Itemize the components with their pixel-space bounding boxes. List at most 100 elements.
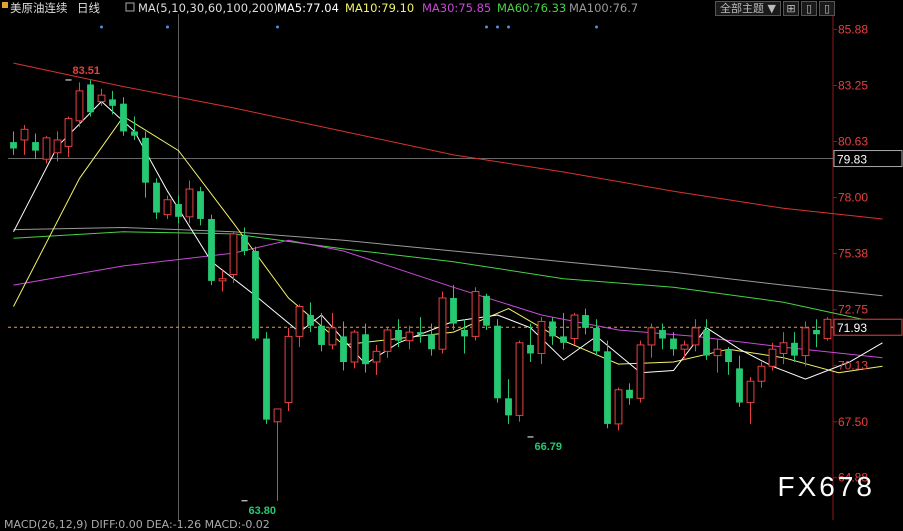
candle-body — [273, 408, 282, 423]
candle — [328, 312, 337, 350]
candle-body — [42, 137, 51, 160]
candle — [20, 125, 29, 155]
candle — [713, 338, 722, 373]
candle-body — [131, 131, 138, 136]
candle — [691, 319, 700, 352]
candle — [680, 340, 689, 360]
candle — [537, 317, 546, 365]
candle — [284, 327, 293, 412]
annotation-label: 66.79 — [535, 441, 563, 453]
chart-header: 美原油连续 日线 MA(5,10,30,60,100,200) MA5:77.0… — [2, 1, 638, 15]
candle-body — [779, 342, 788, 354]
ma30-line — [13, 239, 883, 359]
ma-params: MA(5,10,30,60,100,200) — [138, 1, 278, 15]
candles-group — [10, 80, 832, 501]
candle-body — [229, 233, 238, 275]
candle-body — [340, 336, 347, 363]
ma100-value: MA100:76.7 — [569, 1, 638, 15]
candle-body — [823, 318, 832, 340]
candlestick-chart[interactable]: 83.51 63.80 66.79 85.88 83.25 80.63 78.00 75.3… — [0, 0, 903, 525]
candle-body — [527, 344, 534, 354]
candle-body — [97, 94, 106, 103]
candle — [229, 231, 238, 284]
theme-select[interactable]: 全部主题 ▼ — [715, 1, 781, 16]
candle-body — [428, 334, 435, 350]
candle-body — [438, 297, 447, 350]
watermark-logo: FX678 — [777, 471, 875, 502]
candle-body — [647, 327, 656, 346]
candle-body — [494, 325, 501, 399]
candle-body — [560, 336, 567, 343]
candle — [636, 340, 645, 403]
candle — [549, 317, 556, 345]
candle-body — [372, 350, 381, 363]
candle — [10, 131, 17, 155]
candle-body — [405, 331, 414, 342]
candle — [746, 376, 755, 424]
candle-body — [208, 218, 215, 281]
candle-body — [450, 297, 457, 324]
candle-body — [328, 327, 337, 346]
candle-body — [515, 342, 524, 416]
candle-body — [549, 321, 556, 337]
candle — [626, 383, 633, 405]
candle-body — [350, 331, 359, 363]
current-price-label: 71.93 — [837, 321, 867, 335]
crosshair-price-box: 79.83 — [833, 150, 903, 168]
window-icon[interactable]: ▯ — [801, 1, 817, 16]
candle-body — [10, 142, 17, 149]
candle-body — [636, 344, 645, 399]
candle — [362, 323, 369, 373]
annotation-label: 63.80 — [249, 505, 277, 517]
candle-body — [604, 351, 611, 424]
ma60-line — [13, 231, 883, 325]
candle — [218, 270, 227, 292]
event-marker-icon — [485, 25, 488, 29]
ma10-value: MA10:79.10 — [345, 1, 414, 15]
candle-body — [163, 199, 172, 216]
layout-grid-icon[interactable]: ⊞ — [783, 1, 799, 16]
candle-body — [383, 329, 392, 352]
price-annotations: 83.51 63.80 66.79 — [65, 25, 598, 517]
y-tick-label: 78.00 — [838, 191, 868, 205]
candle — [428, 323, 435, 356]
candle — [208, 214, 215, 286]
candle-body — [537, 320, 546, 354]
candle — [582, 308, 589, 335]
candle — [647, 323, 656, 358]
candle-body — [75, 90, 84, 122]
y-tick-label: 72.75 — [838, 303, 868, 317]
candle-body — [570, 314, 579, 340]
candle-body — [768, 348, 777, 367]
price-axis: 85.88 83.25 80.63 78.00 75.38 72.75 70.13 67.50… — [833, 22, 903, 485]
candle — [438, 291, 447, 354]
event-marker-icon — [276, 25, 279, 29]
candle — [768, 342, 777, 371]
candle-body — [32, 142, 39, 151]
instrument-title: 美原油连续 — [10, 1, 68, 15]
candle-body — [746, 380, 755, 404]
candle — [42, 135, 51, 164]
ma5-value: MA5:77.04 — [277, 1, 339, 15]
candle-body — [362, 334, 369, 365]
candle — [197, 186, 204, 226]
candle — [614, 387, 623, 431]
candle-body — [471, 291, 480, 337]
candle — [295, 304, 304, 348]
candle — [604, 340, 611, 429]
candle — [53, 131, 62, 162]
y-tick-label: 70.13 — [838, 359, 868, 373]
current-price-box: 71.93 — [833, 318, 903, 336]
candle-body — [593, 327, 600, 352]
candle-body — [252, 250, 259, 339]
candle-body — [713, 348, 722, 357]
candle — [570, 312, 579, 345]
candle — [823, 317, 832, 341]
ma-settings-icon[interactable] — [125, 2, 135, 12]
candle-body — [153, 182, 160, 213]
panel-icon[interactable]: ▯ — [819, 1, 835, 16]
candle-body — [680, 344, 689, 350]
chart-frame — [8, 14, 834, 520]
period-label[interactable]: 日线 — [77, 1, 100, 15]
candle-body — [318, 325, 325, 345]
